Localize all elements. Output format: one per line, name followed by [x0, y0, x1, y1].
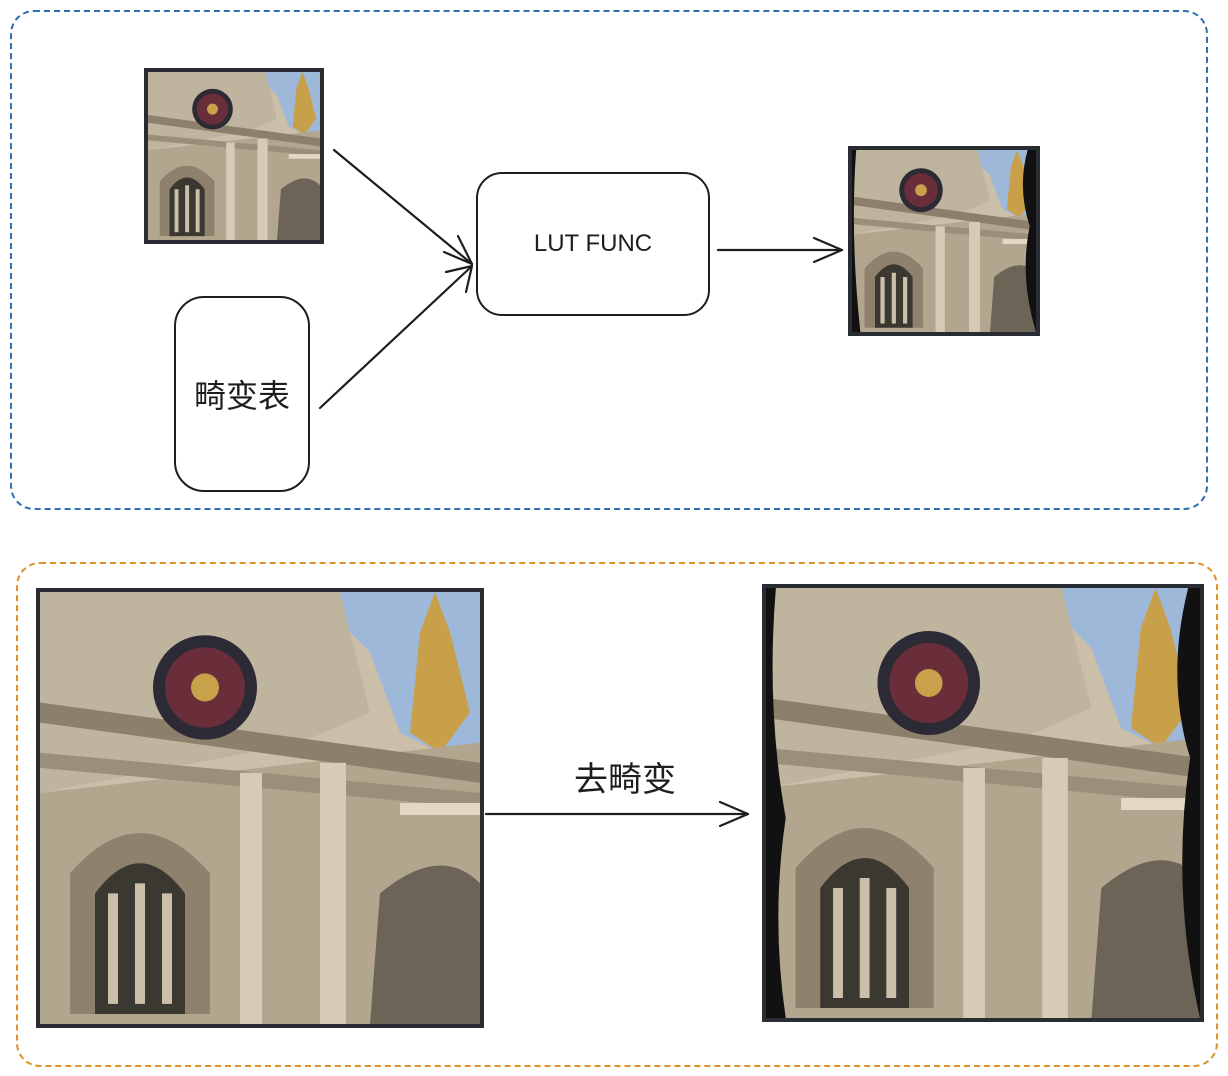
distortion-table-label: 畸变表 — [193, 377, 290, 415]
distorted-image-thumbnail — [144, 68, 324, 244]
undistort-edge-label: 去畸变 — [574, 760, 676, 800]
corrected-image-thumbnail — [848, 146, 1040, 336]
distorted-image — [36, 588, 484, 1028]
lut-func-node: LUT FUNC — [476, 172, 710, 316]
distortion-table-node: 畸变表 — [174, 296, 310, 492]
corrected-image — [762, 584, 1204, 1022]
lut-func-label: LUT FUNC — [533, 230, 653, 257]
